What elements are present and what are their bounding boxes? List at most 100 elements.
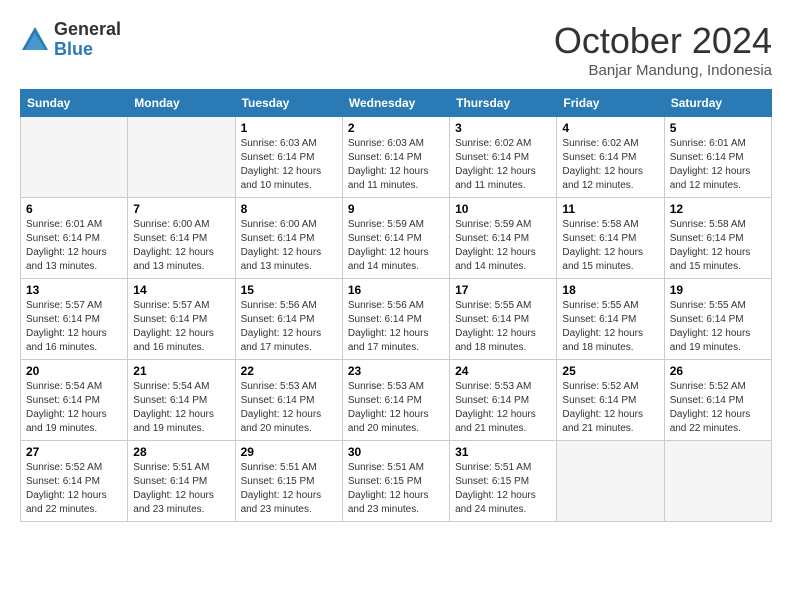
calendar-cell: 24 Sunrise: 5:53 AMSunset: 6:14 PMDayligh… xyxy=(450,360,557,441)
day-number: 5 xyxy=(670,121,766,135)
weekday-header-monday: Monday xyxy=(128,90,235,117)
week-row-5: 27 Sunrise: 5:52 AMSunset: 6:14 PMDayligh… xyxy=(21,441,772,522)
day-number: 22 xyxy=(241,364,337,378)
calendar-cell: 2 Sunrise: 6:03 AMSunset: 6:14 PMDaylight… xyxy=(342,117,449,198)
week-row-1: 1 Sunrise: 6:03 AMSunset: 6:14 PMDaylight… xyxy=(21,117,772,198)
calendar-cell: 19Sunrise: 5:55 AMSunset: 6:14 PMDayligh… xyxy=(664,279,771,360)
calendar-cell: 15Sunrise: 5:56 AMSunset: 6:14 PMDayligh… xyxy=(235,279,342,360)
calendar-cell: 27 Sunrise: 5:52 AMSunset: 6:14 PMDayligh… xyxy=(21,441,128,522)
calendar-cell: 25 Sunrise: 5:52 AMSunset: 6:14 PMDayligh… xyxy=(557,360,664,441)
day-number: 9 xyxy=(348,202,444,216)
calendar-cell: 7Sunrise: 6:00 AMSunset: 6:14 PMDaylight… xyxy=(128,198,235,279)
day-number: 3 xyxy=(455,121,551,135)
day-info: Sunrise: 5:53 AMSunset: 6:14 PMDaylight:… xyxy=(241,380,337,436)
day-number: 21 xyxy=(133,364,229,378)
day-info: Sunrise: 6:00 AMSunset: 6:14 PMDaylight:… xyxy=(241,218,337,274)
day-info: Sunrise: 6:03 AMSunset: 6:14 PMDaylight:… xyxy=(348,137,444,193)
calendar-cell: 3 Sunrise: 6:02 AMSunset: 6:14 PMDaylight… xyxy=(450,117,557,198)
weekday-header-friday: Friday xyxy=(557,90,664,117)
day-info: Sunrise: 5:59 AMSunset: 6:14 PMDaylight:… xyxy=(455,218,551,274)
calendar-cell: 9Sunrise: 5:59 AMSunset: 6:14 PMDaylight… xyxy=(342,198,449,279)
day-info: Sunrise: 5:56 AMSunset: 6:14 PMDaylight:… xyxy=(348,299,444,355)
location-subtitle: Banjar Mandung, Indonesia xyxy=(554,62,772,79)
calendar-cell: 28 Sunrise: 5:51 AMSunset: 6:14 PMDayligh… xyxy=(128,441,235,522)
day-number: 2 xyxy=(348,121,444,135)
day-number: 12 xyxy=(670,202,766,216)
calendar-cell xyxy=(557,441,664,522)
calendar-cell: 20 Sunrise: 5:54 AMSunset: 6:14 PMDayligh… xyxy=(21,360,128,441)
day-info: Sunrise: 6:01 AMSunset: 6:14 PMDaylight:… xyxy=(670,137,766,193)
day-info: Sunrise: 5:51 AMSunset: 6:15 PMDaylight:… xyxy=(348,461,444,517)
day-number: 27 xyxy=(26,445,122,459)
calendar-cell: 23Sunrise: 5:53 AMSunset: 6:14 PMDayligh… xyxy=(342,360,449,441)
day-info: Sunrise: 5:58 AMSunset: 6:14 PMDaylight:… xyxy=(670,218,766,274)
calendar-cell: 18 Sunrise: 5:55 AMSunset: 6:14 PMDayligh… xyxy=(557,279,664,360)
calendar-cell: 10 Sunrise: 5:59 AMSunset: 6:14 PMDayligh… xyxy=(450,198,557,279)
day-number: 31 xyxy=(455,445,551,459)
day-info: Sunrise: 5:52 AMSunset: 6:14 PMDaylight:… xyxy=(562,380,658,436)
day-info: Sunrise: 6:02 AMSunset: 6:14 PMDaylight:… xyxy=(562,137,658,193)
day-number: 16 xyxy=(348,283,444,297)
day-number: 23 xyxy=(348,364,444,378)
day-number: 30 xyxy=(348,445,444,459)
week-row-3: 13Sunrise: 5:57 AMSunset: 6:14 PMDayligh… xyxy=(21,279,772,360)
day-info: Sunrise: 6:01 AMSunset: 6:14 PMDaylight:… xyxy=(26,218,122,274)
calendar-cell: 26 Sunrise: 5:52 AMSunset: 6:14 PMDayligh… xyxy=(664,360,771,441)
calendar-cell: 1 Sunrise: 6:03 AMSunset: 6:14 PMDaylight… xyxy=(235,117,342,198)
day-number: 28 xyxy=(133,445,229,459)
day-info: Sunrise: 5:55 AMSunset: 6:14 PMDaylight:… xyxy=(562,299,658,355)
logo-icon xyxy=(20,25,50,55)
day-number: 24 xyxy=(455,364,551,378)
day-number: 10 xyxy=(455,202,551,216)
weekday-header-wednesday: Wednesday xyxy=(342,90,449,117)
calendar-cell: 30 Sunrise: 5:51 AMSunset: 6:15 PMDayligh… xyxy=(342,441,449,522)
day-info: Sunrise: 5:58 AMSunset: 6:14 PMDaylight:… xyxy=(562,218,658,274)
calendar-cell: 6 Sunrise: 6:01 AMSunset: 6:14 PMDaylight… xyxy=(21,198,128,279)
week-row-4: 20 Sunrise: 5:54 AMSunset: 6:14 PMDayligh… xyxy=(21,360,772,441)
calendar-cell: 21 Sunrise: 5:54 AMSunset: 6:14 PMDayligh… xyxy=(128,360,235,441)
calendar-cell: 11 Sunrise: 5:58 AMSunset: 6:14 PMDayligh… xyxy=(557,198,664,279)
day-info: Sunrise: 5:55 AMSunset: 6:14 PMDaylight:… xyxy=(455,299,551,355)
calendar-cell xyxy=(664,441,771,522)
day-info: Sunrise: 6:02 AMSunset: 6:14 PMDaylight:… xyxy=(455,137,551,193)
calendar-cell: 8Sunrise: 6:00 AMSunset: 6:14 PMDaylight… xyxy=(235,198,342,279)
day-number: 25 xyxy=(562,364,658,378)
day-number: 7 xyxy=(133,202,229,216)
day-number: 26 xyxy=(670,364,766,378)
day-info: Sunrise: 5:51 AMSunset: 6:14 PMDaylight:… xyxy=(133,461,229,517)
title-area: October 2024 Banjar Mandung, Indonesia xyxy=(554,20,772,79)
calendar-cell: 16 Sunrise: 5:56 AMSunset: 6:14 PMDayligh… xyxy=(342,279,449,360)
day-info: Sunrise: 5:57 AMSunset: 6:14 PMDaylight:… xyxy=(26,299,122,355)
weekday-header-sunday: Sunday xyxy=(21,90,128,117)
day-number: 1 xyxy=(241,121,337,135)
calendar-cell: 22 Sunrise: 5:53 AMSunset: 6:14 PMDayligh… xyxy=(235,360,342,441)
calendar-cell: 13Sunrise: 5:57 AMSunset: 6:14 PMDayligh… xyxy=(21,279,128,360)
week-row-2: 6 Sunrise: 6:01 AMSunset: 6:14 PMDaylight… xyxy=(21,198,772,279)
day-number: 6 xyxy=(26,202,122,216)
page-header: General Blue October 2024 Banjar Mandung… xyxy=(20,20,772,79)
day-info: Sunrise: 5:51 AMSunset: 6:15 PMDaylight:… xyxy=(455,461,551,517)
logo-blue-text: Blue xyxy=(54,40,121,60)
day-info: Sunrise: 5:52 AMSunset: 6:14 PMDaylight:… xyxy=(26,461,122,517)
day-info: Sunrise: 5:55 AMSunset: 6:14 PMDaylight:… xyxy=(670,299,766,355)
logo: General Blue xyxy=(20,20,121,60)
day-number: 17 xyxy=(455,283,551,297)
day-info: Sunrise: 5:51 AMSunset: 6:15 PMDaylight:… xyxy=(241,461,337,517)
day-info: Sunrise: 5:52 AMSunset: 6:14 PMDaylight:… xyxy=(670,380,766,436)
weekday-header-saturday: Saturday xyxy=(664,90,771,117)
day-info: Sunrise: 5:56 AMSunset: 6:14 PMDaylight:… xyxy=(241,299,337,355)
day-info: Sunrise: 5:54 AMSunset: 6:14 PMDaylight:… xyxy=(133,380,229,436)
calendar-body: 1 Sunrise: 6:03 AMSunset: 6:14 PMDaylight… xyxy=(21,117,772,522)
day-number: 18 xyxy=(562,283,658,297)
day-number: 20 xyxy=(26,364,122,378)
calendar-cell: 5 Sunrise: 6:01 AMSunset: 6:14 PMDaylight… xyxy=(664,117,771,198)
day-info: Sunrise: 6:03 AMSunset: 6:14 PMDaylight:… xyxy=(241,137,337,193)
calendar-cell xyxy=(21,117,128,198)
day-number: 11 xyxy=(562,202,658,216)
day-info: Sunrise: 5:54 AMSunset: 6:14 PMDaylight:… xyxy=(26,380,122,436)
calendar-cell: 14Sunrise: 5:57 AMSunset: 6:14 PMDayligh… xyxy=(128,279,235,360)
calendar-table: SundayMondayTuesdayWednesdayThursdayFrid… xyxy=(20,89,772,522)
weekday-header-thursday: Thursday xyxy=(450,90,557,117)
day-info: Sunrise: 5:53 AMSunset: 6:14 PMDaylight:… xyxy=(455,380,551,436)
calendar-cell: 12 Sunrise: 5:58 AMSunset: 6:14 PMDayligh… xyxy=(664,198,771,279)
